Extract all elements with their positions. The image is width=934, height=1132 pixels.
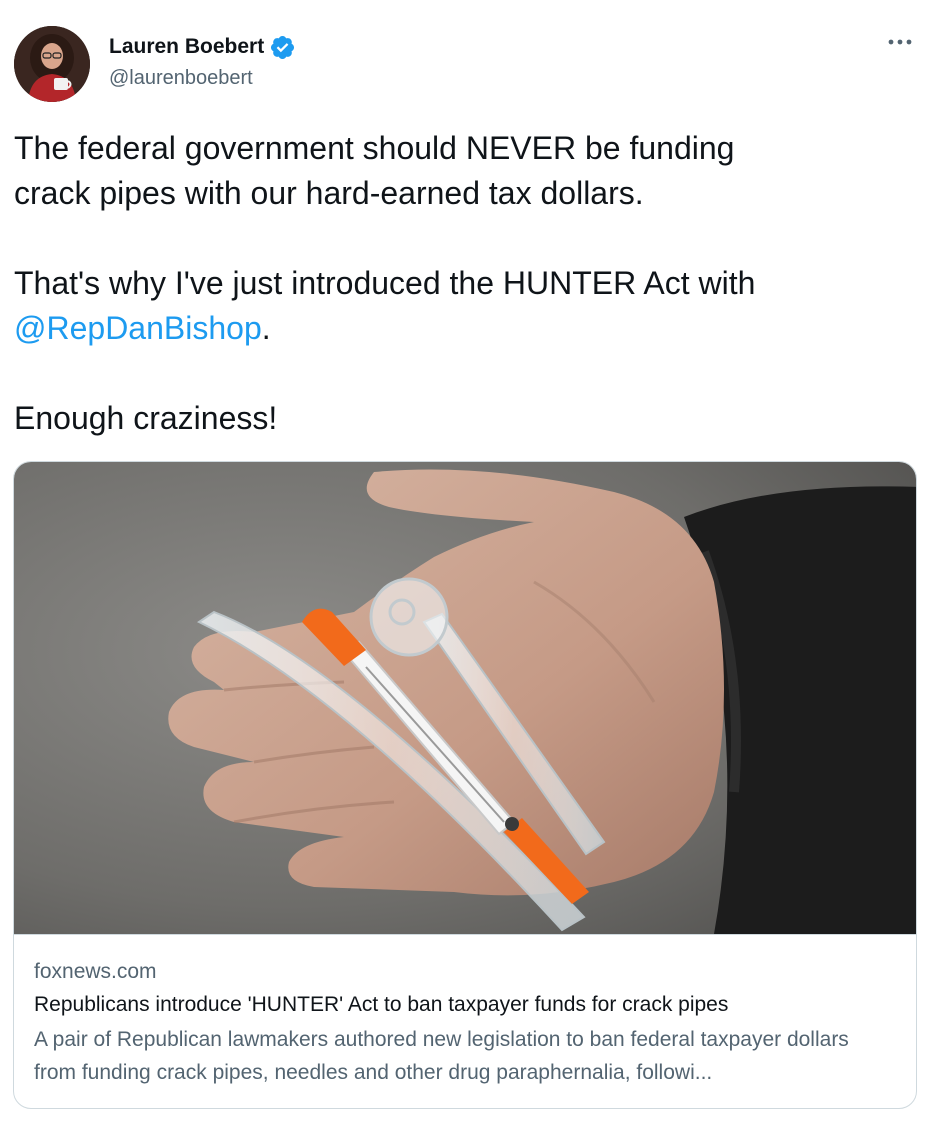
- more-options-button[interactable]: [884, 30, 916, 54]
- card-photo: [14, 462, 916, 934]
- tweet-text-line: crack pipes with our hard-earned tax dol…: [14, 175, 644, 211]
- verified-badge-icon[interactable]: [269, 34, 296, 61]
- author-display-name[interactable]: Lauren Boebert: [109, 35, 264, 59]
- more-options-icon: [888, 39, 912, 45]
- tweet-text-line: Enough craziness!: [14, 400, 278, 436]
- mention-link[interactable]: @RepDanBishop: [14, 310, 262, 346]
- tweet-text: The federal government should NEVER be f…: [14, 126, 914, 441]
- card-meta: foxnews.com Republicans introduce 'HUNTE…: [34, 958, 904, 1089]
- card-title: Republicans introduce 'HUNTER' Act to ba…: [34, 993, 729, 1016]
- card-domain: foxnews.com: [34, 960, 157, 983]
- tweet-text-line: The federal government should NEVER be f…: [14, 130, 735, 166]
- tweet: Lauren Boebert @laurenboebert The federa…: [0, 0, 934, 1132]
- author-name-row: Lauren Boebert: [109, 33, 296, 61]
- author-handle[interactable]: @laurenboebert: [109, 67, 253, 90]
- card-description: A pair of Republican lawmakers authored …: [34, 1028, 849, 1084]
- avatar[interactable]: [14, 26, 90, 102]
- link-preview-card[interactable]: foxnews.com Republicans introduce 'HUNTE…: [13, 461, 917, 1109]
- tweet-text-punctuation: .: [261, 310, 271, 346]
- tweet-text-line: @RepDanBishop.: [14, 306, 914, 351]
- avatar-photo: [14, 26, 90, 102]
- card-image[interactable]: [14, 462, 916, 935]
- tweet-text-line: That's why I've just introduced the HUNT…: [14, 265, 756, 301]
